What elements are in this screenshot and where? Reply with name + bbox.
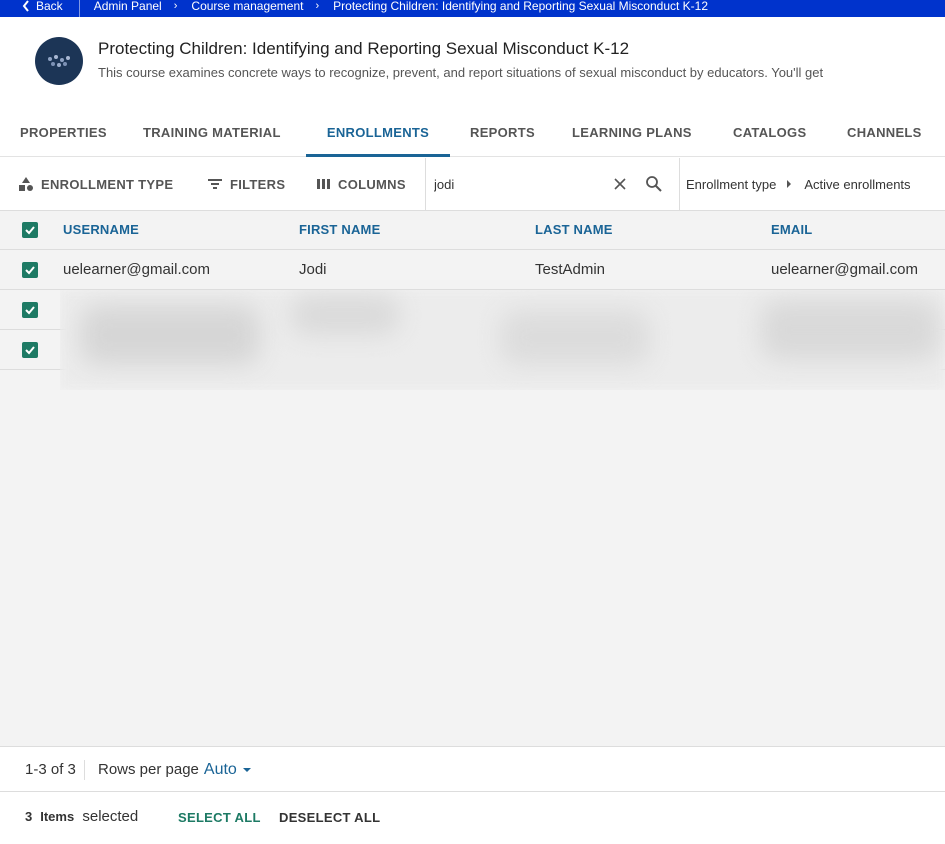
breadcrumb-admin-panel[interactable]: Admin Panel	[94, 0, 162, 13]
select-all-checkbox[interactable]	[22, 222, 38, 238]
filters-button[interactable]: FILTERS	[207, 158, 285, 210]
search-input[interactable]	[434, 174, 604, 194]
column-header-username[interactable]: USERNAME	[63, 211, 139, 250]
back-label: Back	[36, 0, 63, 13]
shapes-icon	[19, 177, 33, 191]
breadcrumb-bar: Back Admin Panel › Course management › P…	[0, 0, 945, 17]
cell-last-name: TestAdmin	[535, 261, 606, 278]
filters-label: FILTERS	[230, 176, 286, 192]
chevron-left-icon	[22, 0, 29, 12]
cell-username: uelearner@gmail.com	[63, 261, 210, 278]
enrollment-type-button[interactable]: ENROLLMENT TYPE	[18, 158, 173, 210]
tab-bar: PROPERTIES TRAINING MATERIAL ENROLLMENTS…	[0, 110, 945, 157]
columns-label: COLUMNS	[338, 176, 406, 192]
tab-training-material[interactable]: TRAINING MATERIAL	[143, 110, 281, 157]
selection-bar: 3 Items selected SELECT ALL DESELECT ALL	[0, 792, 945, 844]
course-logo-icon	[48, 55, 70, 67]
check-icon	[25, 266, 35, 275]
page-title: Protecting Children: Identifying and Rep…	[98, 39, 630, 58]
items-label: Items	[40, 809, 75, 824]
pagination-bar: 1-3 of 3 Rows per page Auto	[0, 746, 945, 792]
tab-catalogs[interactable]: CATALOGS	[733, 110, 806, 157]
enrollment-type-label: ENROLLMENT TYPE	[41, 176, 174, 192]
columns-icon	[317, 179, 330, 189]
cell-email: uelearner@gmail.com	[771, 261, 918, 278]
column-header-email[interactable]: EMAIL	[771, 211, 812, 250]
breadcrumb-course-management[interactable]: Course management	[191, 0, 303, 13]
enrollments-table: USERNAME FIRST NAME LAST NAME EMAIL uele…	[0, 211, 945, 746]
course-description: This course examines concrete ways to re…	[98, 65, 824, 80]
tab-channels[interactable]: CHANNELS	[847, 110, 922, 157]
pagination-range: 1-3 of 3	[25, 760, 85, 780]
table-header: USERNAME FIRST NAME LAST NAME EMAIL	[0, 211, 945, 250]
back-button[interactable]: Back	[22, 0, 80, 17]
deselect-all-button[interactable]: DESELECT ALL	[279, 810, 380, 825]
tab-learning-plans[interactable]: LEARNING PLANS	[572, 110, 692, 157]
search-icon[interactable]	[644, 174, 664, 194]
rows-per-page-select[interactable]: Auto	[204, 760, 237, 780]
close-icon[interactable]	[610, 174, 630, 194]
search-box	[425, 158, 680, 210]
table-row[interactable]: uelearner@gmail.com Jodi TestAdmin uelea…	[0, 250, 945, 290]
chevron-right-icon: ›	[315, 0, 320, 12]
selected-count: 3	[25, 809, 33, 824]
filter-icon	[208, 179, 222, 189]
row-checkbox[interactable]	[22, 342, 38, 358]
column-header-last-name[interactable]: LAST NAME	[535, 211, 613, 250]
caret-right-icon	[786, 177, 792, 192]
chevron-right-icon: ›	[173, 0, 178, 12]
check-icon	[25, 226, 35, 235]
check-icon	[25, 346, 35, 355]
course-header: Protecting Children: Identifying and Rep…	[0, 17, 945, 110]
row-checkbox[interactable]	[22, 302, 38, 318]
tab-reports[interactable]: REPORTS	[470, 110, 535, 157]
breadcrumb: Back Admin Panel › Course management › P…	[22, 0, 708, 17]
active-filter-chip[interactable]: Enrollment type Active enrollments	[686, 158, 911, 210]
selection-count: 3 Items selected	[25, 808, 138, 825]
table-toolbar: ENROLLMENT TYPE FILTERS COLUMNS Enrollme…	[0, 158, 945, 211]
cell-first-name: Jodi	[299, 261, 327, 278]
check-icon	[25, 306, 35, 315]
filter-chip-key: Enrollment type	[686, 176, 777, 192]
caret-down-icon[interactable]	[242, 767, 252, 773]
row-checkbox[interactable]	[22, 262, 38, 278]
columns-button[interactable]: COLUMNS	[316, 158, 406, 210]
redacted-content	[60, 290, 945, 390]
rows-per-page-label: Rows per page	[98, 761, 199, 778]
filter-chip-value: Active enrollments	[804, 176, 911, 192]
select-all-button[interactable]: SELECT ALL	[178, 810, 261, 825]
tab-properties[interactable]: PROPERTIES	[20, 110, 107, 157]
course-thumbnail	[35, 37, 83, 85]
tab-enrollments[interactable]: ENROLLMENTS	[306, 110, 450, 157]
rows-per-page: Rows per page Auto	[98, 760, 252, 780]
selected-label: selected	[82, 808, 139, 825]
column-header-first-name[interactable]: FIRST NAME	[299, 211, 380, 250]
breadcrumb-current-course: Protecting Children: Identifying and Rep…	[333, 0, 709, 13]
